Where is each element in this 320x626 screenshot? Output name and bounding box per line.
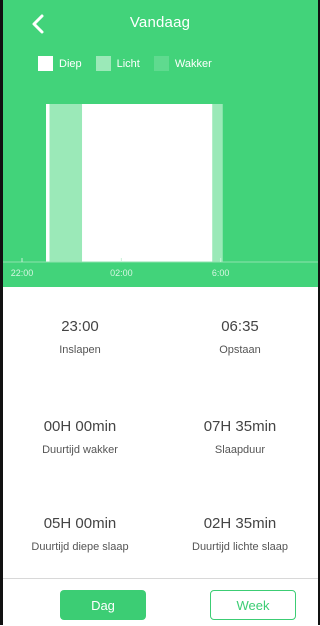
sleep-segment-3 bbox=[82, 104, 213, 262]
stat-label: Duurtijd lichte slaap bbox=[192, 541, 288, 553]
legend-label-deep: Diep bbox=[59, 57, 82, 70]
stat-label: Inslapen bbox=[59, 344, 101, 356]
legend-swatch-deep bbox=[38, 56, 53, 71]
legend-swatch-light bbox=[95, 56, 111, 71]
sleep-segment-4 bbox=[212, 104, 223, 262]
stat-wake-up: 06:35 Opstaan bbox=[160, 318, 320, 356]
stat-awake-duration: 00H 00min Duurtijd wakker bbox=[0, 418, 160, 456]
stat-value: 02H 35min bbox=[203, 515, 277, 532]
sleep-timeline-chart: 22:0002:006:0010: bbox=[0, 104, 320, 278]
legend-item-awake: Wakker bbox=[153, 56, 212, 71]
stat-label: Opstaan bbox=[219, 344, 261, 356]
chart-legend: Diep Licht Wakker bbox=[38, 56, 226, 71]
stat-value: 07H 35min bbox=[203, 418, 277, 435]
stat-value: 23:00 bbox=[61, 318, 99, 335]
stat-value: 05H 00min bbox=[43, 515, 117, 532]
legend-item-light: Licht bbox=[95, 56, 140, 71]
frame-left-border bbox=[0, 0, 3, 625]
stat-sleep-onset: 23:00 Inslapen bbox=[0, 318, 160, 356]
stat-deep-sleep-duration: 05H 00min Duurtijd diepe slaap bbox=[0, 515, 160, 553]
legend-label-awake: Wakker bbox=[174, 57, 212, 70]
x-tick-label: 02:00 bbox=[110, 268, 133, 278]
sleep-header: 22:0002:006:0010: Vandaag Diep Licht Wak… bbox=[0, 0, 320, 287]
stat-sleep-duration: 07H 35min Slaapduur bbox=[160, 418, 320, 456]
sleep-segment-1 bbox=[46, 104, 50, 262]
period-tab-bar: Dag Week bbox=[0, 578, 320, 626]
stat-label: Duurtijd wakker bbox=[42, 444, 118, 456]
legend-swatch-awake bbox=[153, 56, 169, 71]
tab-week-button[interactable]: Week bbox=[210, 590, 296, 620]
stat-value: 06:35 bbox=[221, 318, 259, 335]
x-tick-label: 6:00 bbox=[212, 268, 230, 278]
stat-value: 00H 00min bbox=[43, 418, 117, 435]
sleep-segment-2 bbox=[49, 104, 83, 262]
legend-label-light: Licht bbox=[116, 57, 140, 70]
stat-label: Slaapduur bbox=[214, 444, 266, 456]
legend-item-deep: Diep bbox=[38, 56, 82, 71]
stat-light-sleep-duration: 02H 35min Duurtijd lichte slaap bbox=[160, 515, 320, 553]
x-tick-label: 22:00 bbox=[11, 268, 34, 278]
stat-label: Duurtijd diepe slaap bbox=[31, 541, 129, 553]
page-title: Vandaag bbox=[129, 14, 191, 31]
tab-day-button[interactable]: Dag bbox=[60, 590, 146, 620]
sleep-stats: 23:00 Inslapen 06:35 Opstaan 00H 00min D… bbox=[0, 287, 320, 577]
